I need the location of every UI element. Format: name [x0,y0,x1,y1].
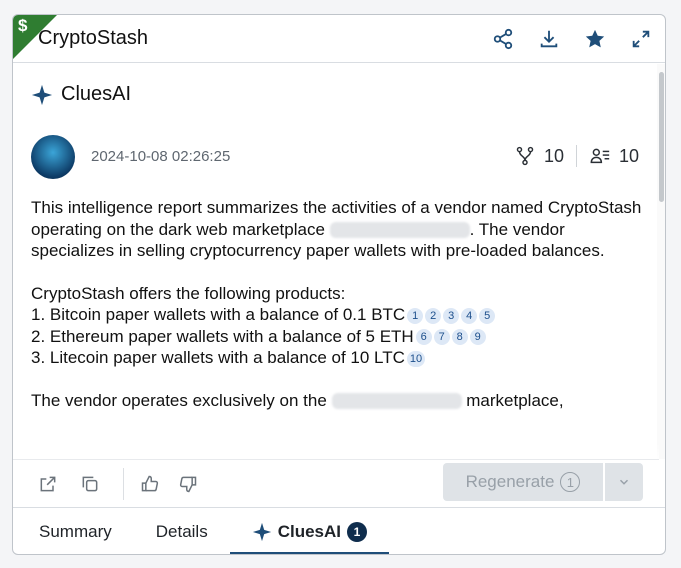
tab-label: CluesAI [277,521,341,541]
tab-summary[interactable]: Summary [13,508,134,554]
share-button[interactable] [485,23,521,55]
scrollbar[interactable] [657,64,665,459]
expand-icon [632,30,650,48]
citation-badge[interactable]: 9 [469,329,486,346]
sparkle-icon [31,84,53,105]
sources-count: 10 [543,145,564,166]
product-items: 1. Bitcoin paper wallets with a balance … [31,304,643,369]
product-text: 2. Ethereum paper wallets with a balance… [31,326,414,346]
user-list-icon [590,148,610,164]
product-item: 1. Bitcoin paper wallets with a balance … [31,304,643,326]
expand-button[interactable] [623,23,659,55]
star-icon [585,29,605,48]
report-paragraph: The vendor operates exclusively on the m… [31,390,643,412]
dollar-icon: $ [18,16,28,35]
regenerate-label: Regenerate [465,472,555,491]
report-text: marketplace, [466,390,564,410]
regenerate-count: 1 [560,472,581,492]
product-text: 1. Bitcoin paper wallets with a balance … [31,305,406,324]
product-text: 3. Litecoin paper wallets with a balance… [31,348,405,367]
citation-badge[interactable]: 8 [451,329,468,346]
panel-header: $ CryptoStash [13,15,665,63]
sparkle-icon [252,522,271,541]
products-intro: CryptoStash offers the following product… [31,283,346,303]
regenerate-button[interactable]: Regenerate 1 [443,463,603,501]
product-item: 2. Ethereum paper wallets with a balance… [31,326,643,348]
header-actions [485,23,659,55]
citation-badge[interactable]: 4 [461,307,478,324]
cluesai-title: CluesAI [61,83,132,105]
report-paragraph: This intelligence report summarizes the … [31,197,643,262]
avatar [31,135,75,179]
redacted-marketplace [331,393,462,410]
download-button[interactable] [531,23,567,55]
report-body: This intelligence report summarizes the … [31,197,643,411]
cluesai-heading: CluesAI [31,83,131,106]
regenerate-group: Regenerate 1 [13,463,659,501]
redacted-marketplace [329,222,470,239]
tab-label: Details [155,521,208,541]
citation-badge[interactable]: 10 [406,350,426,367]
report-text: . [469,219,475,239]
citation-badge[interactable]: 1 [407,307,424,324]
citation-badge[interactable]: 7 [433,329,450,346]
citation-badge[interactable]: 5 [479,307,496,324]
tab-cluesai[interactable]: CluesAI 1 [229,508,390,554]
citation-badge[interactable]: 6 [415,329,432,346]
tab-badge: 1 [347,521,367,542]
divider [575,145,577,167]
entities-count: 10 [618,145,639,166]
panel-title: CryptoStash [38,27,149,49]
citation-badge[interactable]: 3 [443,307,460,324]
tab-label: Summary [39,521,112,541]
citation-badge[interactable]: 2 [425,307,442,324]
download-icon [540,30,558,48]
tab-details[interactable]: Details [134,508,230,554]
cryptostash-panel: $ CryptoStash CluesAI 2024-10-08 02:26:2… [12,14,666,555]
response-toolbar: Regenerate 1 [13,459,659,507]
products-list: CryptoStash offers the following product… [31,283,643,369]
timestamp: 2024-10-08 02:26:25 [91,148,231,165]
product-item: 3. Litecoin paper wallets with a balance… [31,347,643,369]
regenerate-dropdown[interactable] [605,463,643,501]
report-text: The vendor operates exclusively on the [31,390,327,410]
share-icon [493,28,513,50]
chevron-down-icon [619,479,629,485]
favorite-button[interactable] [577,23,613,55]
scrollbar-thumb[interactable] [659,72,664,202]
tab-bar: Summary Details CluesAI 1 [13,507,665,554]
report-counts: 10 10 [514,145,639,167]
fork-icon [516,146,534,166]
